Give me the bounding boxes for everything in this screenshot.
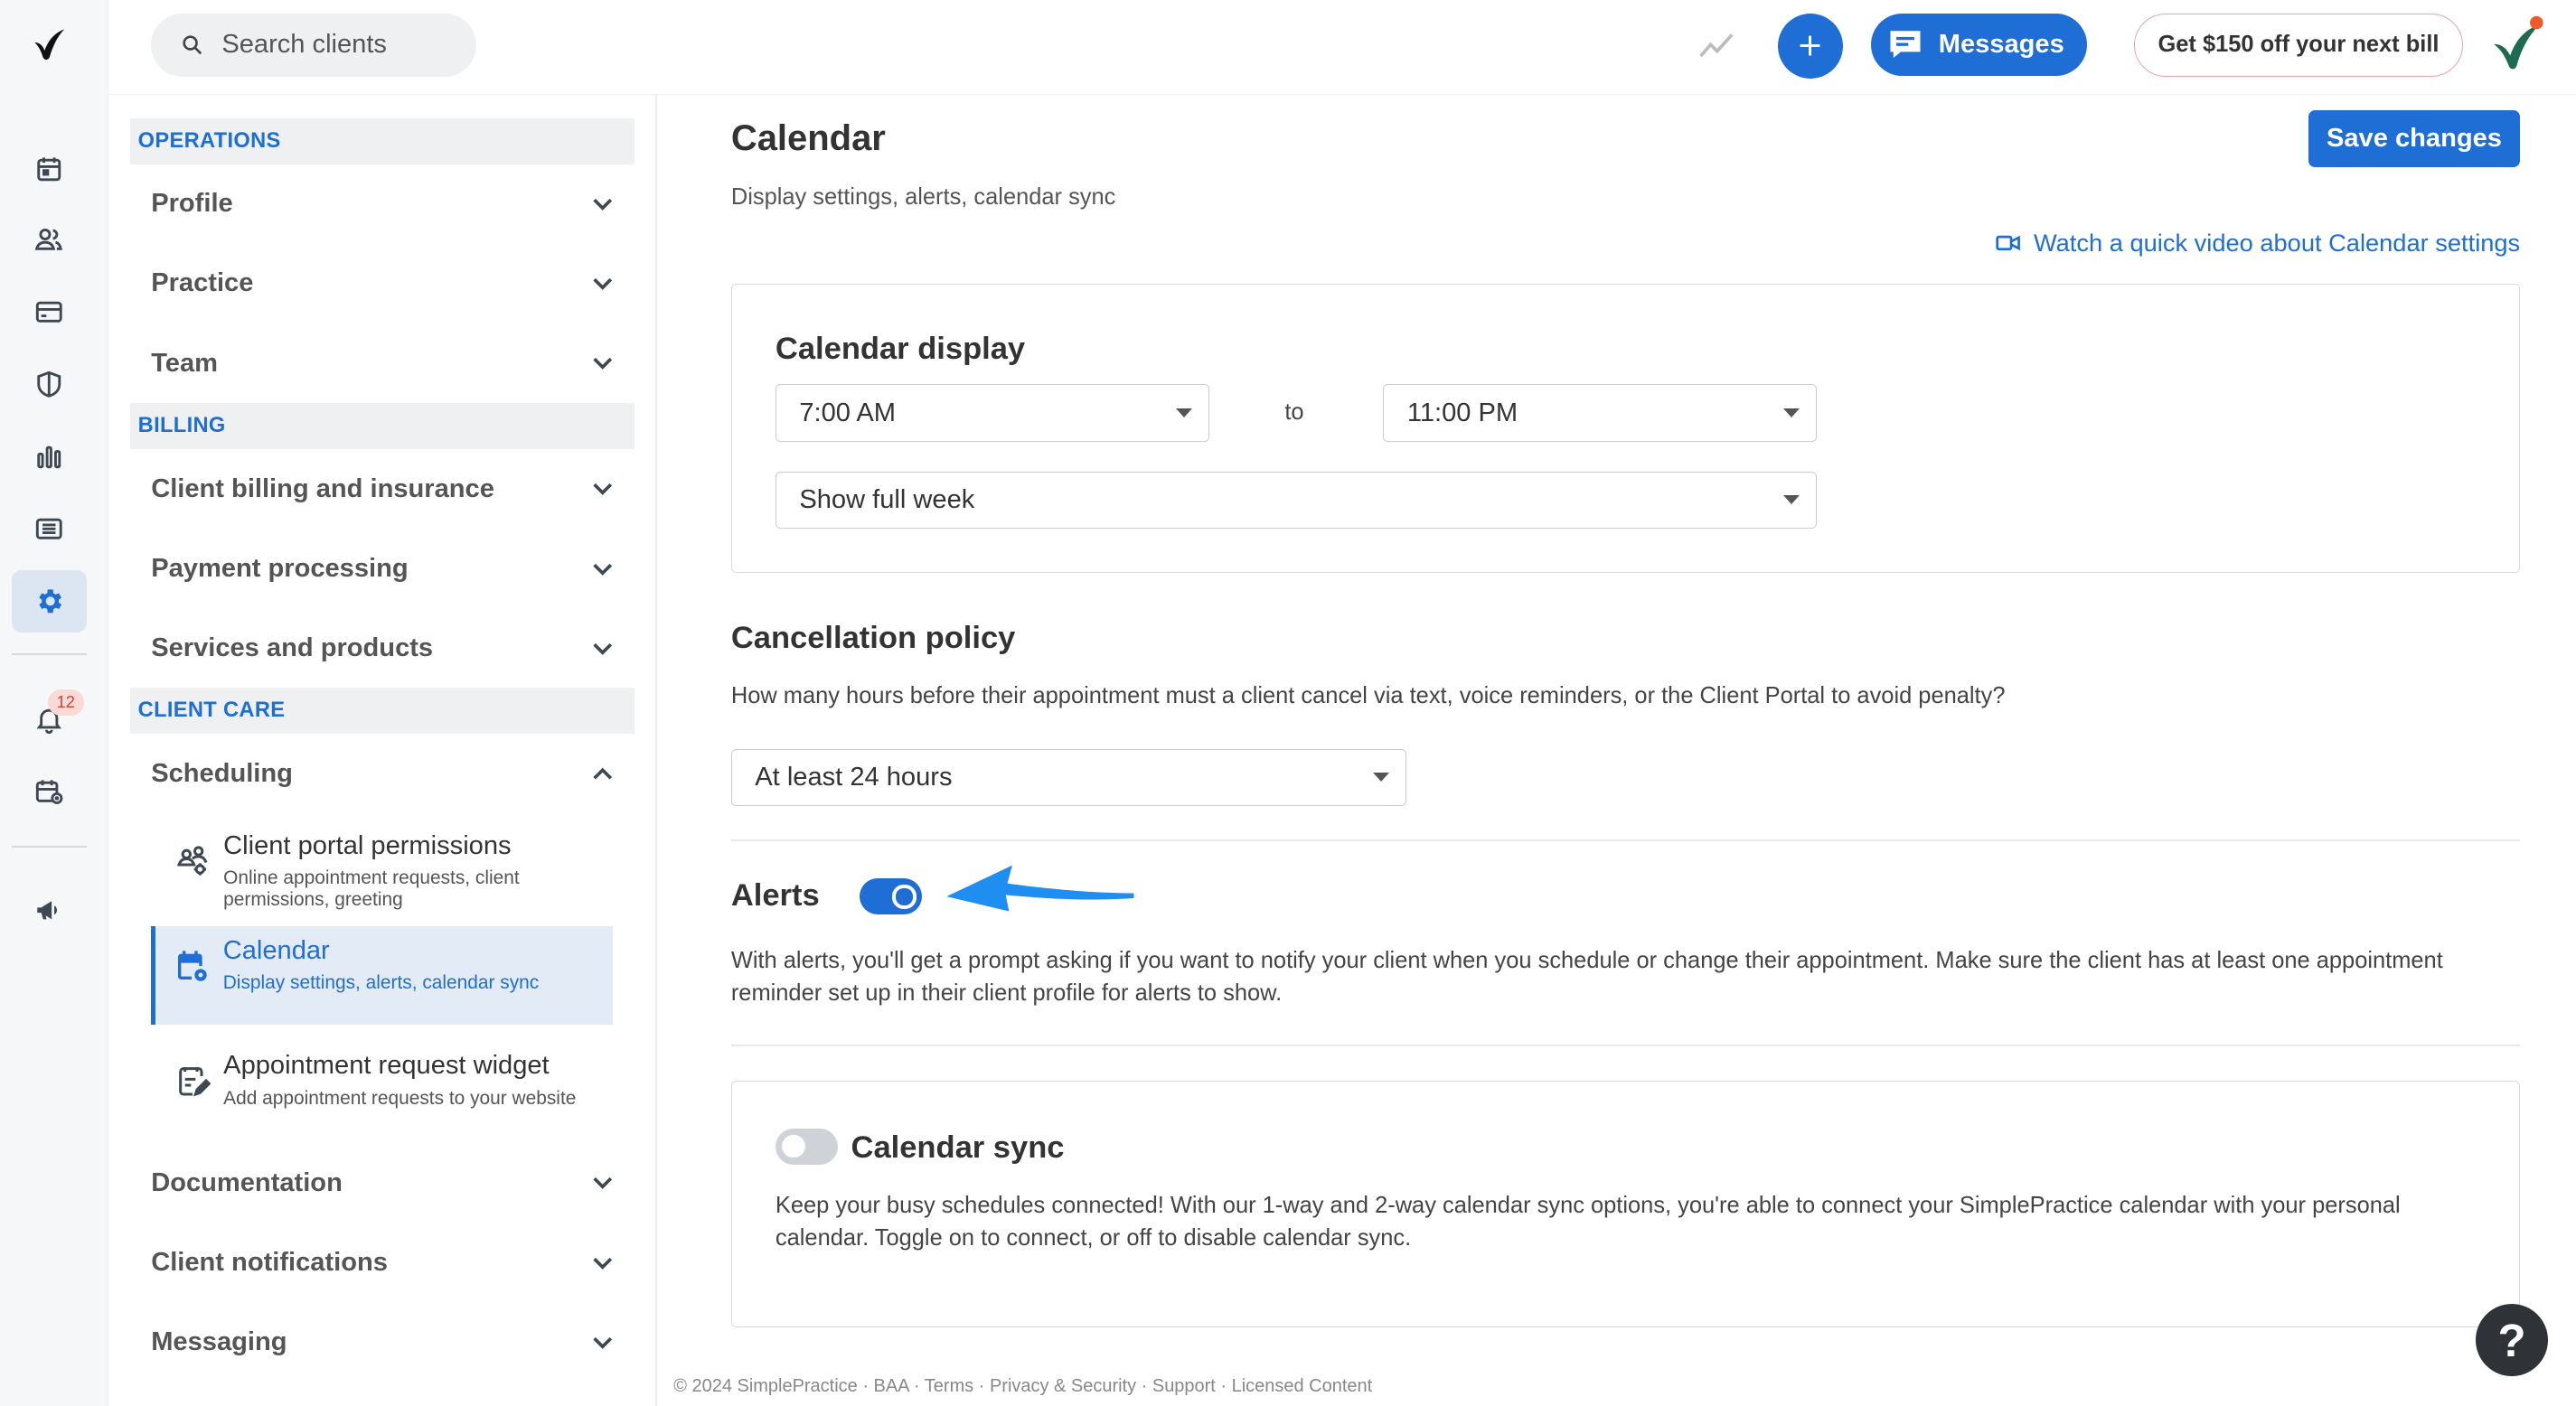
calendar-icon[interactable] (12, 138, 88, 201)
chevron-down-icon (593, 642, 613, 655)
sub-item-description: Display settings, alerts, calendar sync (222, 972, 540, 994)
edit-document-icon (178, 1066, 211, 1097)
section-divider (730, 839, 2521, 841)
nav-item-profile[interactable]: Profile (130, 164, 635, 244)
sub-item-description: Add appointment requests to your website (223, 1087, 577, 1109)
page-subtitle: Display settings, alerts, calendar sync (730, 183, 1116, 210)
end-time-value: 11:00 PM (1406, 398, 1518, 427)
cancellation-policy-question: How many hours before their appointment … (730, 683, 2006, 709)
nav-item-practice[interactable]: Practice (130, 244, 635, 323)
activity-list-icon[interactable] (12, 498, 88, 560)
calendar-sync-toggle[interactable] (775, 1128, 838, 1165)
footer-links[interactable]: © 2024 SimplePractice · BAA · Terms · Pr… (673, 1376, 1372, 1397)
rail-divider (11, 653, 88, 656)
sub-item-title: Calendar (222, 936, 330, 966)
week-view-select[interactable]: Show full week (775, 471, 1818, 530)
calendar-display-heading: Calendar display (775, 332, 1026, 367)
trend-chart-icon[interactable] (1697, 30, 1737, 62)
plus-icon (1800, 35, 1820, 56)
chevron-up-icon (593, 767, 613, 780)
settings-nav-continued: Documentation Client notifications Messa… (130, 1143, 635, 1382)
requests-calendar-icon[interactable] (12, 761, 88, 823)
help-button[interactable]: ? (2476, 1304, 2549, 1377)
toggle-knob (891, 884, 917, 910)
cancellation-hours-select[interactable]: At least 24 hours (730, 748, 1406, 807)
people-settings-icon (176, 846, 208, 876)
settings-nav: OPERATIONS Profile Practice Team BILLING… (129, 117, 635, 814)
billing-card-icon[interactable] (12, 281, 88, 343)
start-time-value: 7:00 AM (799, 398, 897, 427)
caret-down-icon (1783, 495, 1800, 504)
messages-label: Messages (1938, 29, 2064, 59)
app-logo-icon[interactable] (12, 14, 88, 76)
video-camera-icon (1996, 235, 2021, 250)
sub-item-title: Appointment request widget (223, 1051, 550, 1081)
rail-divider (11, 846, 88, 848)
chevron-down-icon (593, 1177, 613, 1190)
referral-promo-button[interactable]: Get $150 off your next bill (2134, 13, 2463, 78)
watch-video-label: Watch a quick video about Calendar setti… (2033, 228, 2521, 257)
cancellation-policy-heading: Cancellation policy (730, 621, 1016, 656)
nav-item-scheduling[interactable]: Scheduling (130, 734, 635, 813)
chat-bubble-icon (1890, 31, 1921, 58)
page-title: Calendar (730, 117, 886, 158)
nav-item-documentation[interactable]: Documentation (130, 1143, 635, 1223)
sub-item-appointment-request-widget[interactable]: Appointment request widget Add appointme… (151, 1041, 613, 1127)
sub-item-title: Client portal permissions (223, 830, 512, 860)
calendar-settings-icon (178, 951, 207, 981)
nav-item-services-products[interactable]: Services and products (130, 608, 635, 688)
messages-button[interactable]: Messages (1871, 13, 2088, 76)
alerts-description: With alerts, you'll get a prompt asking … (730, 948, 2443, 1007)
week-view-value: Show full week (799, 484, 975, 514)
chevron-down-icon (593, 1336, 613, 1349)
notification-count-badge: 12 (47, 689, 84, 717)
section-heading-client-care: CLIENT CARE (129, 688, 635, 735)
section-heading-billing: BILLING (129, 403, 635, 450)
sub-item-description: Online appointment requests, client perm… (223, 867, 520, 910)
caret-down-icon (1175, 408, 1192, 417)
search-placeholder: Search clients (221, 30, 387, 60)
nav-item-payment-processing[interactable]: Payment processing (130, 529, 635, 608)
alerts-toggle[interactable] (859, 878, 922, 915)
chevron-down-icon (593, 358, 613, 370)
content-divider (655, 95, 658, 1406)
chevron-down-icon (593, 563, 613, 576)
clients-icon[interactable] (12, 209, 88, 271)
pointer-arrow-icon (945, 865, 1134, 912)
end-time-select[interactable]: 11:00 PM (1383, 384, 1818, 442)
nav-item-messaging[interactable]: Messaging (130, 1302, 635, 1382)
quick-add-button[interactable] (1777, 13, 1844, 80)
chevron-down-icon (593, 198, 613, 211)
save-changes-button[interactable]: Save changes (2308, 109, 2521, 168)
icon-rail: 12 (0, 0, 108, 1406)
analytics-icon[interactable] (12, 426, 88, 488)
nav-item-team[interactable]: Team (130, 323, 635, 403)
caret-down-icon (1372, 773, 1389, 782)
caret-down-icon (1783, 408, 1800, 417)
cancellation-hours-value: At least 24 hours (755, 763, 953, 792)
section-divider (730, 1044, 2521, 1046)
settings-gear-icon[interactable] (11, 569, 88, 633)
alerts-heading: Alerts (730, 878, 820, 914)
chevron-down-icon (593, 278, 613, 291)
section-heading-operations: OPERATIONS (129, 117, 635, 164)
announcements-megaphone-icon[interactable] (12, 878, 88, 941)
sub-item-client-portal-permissions[interactable]: Client portal permissions Online appoint… (151, 821, 613, 920)
toggle-knob (782, 1134, 805, 1158)
chevron-down-icon (593, 1257, 613, 1270)
nav-item-client-notifications[interactable]: Client notifications (130, 1223, 635, 1302)
search-input[interactable]: Search clients (151, 13, 477, 78)
to-label: to (1284, 398, 1304, 425)
start-time-select[interactable]: 7:00 AM (775, 384, 1209, 442)
sub-item-calendar[interactable]: Calendar Display settings, alerts, calen… (151, 926, 613, 1026)
calendar-sync-description: Keep your busy schedules connected! With… (775, 1192, 2401, 1251)
nav-item-client-billing[interactable]: Client billing and insurance (130, 449, 635, 529)
insurance-shield-icon[interactable] (12, 353, 88, 416)
calendar-sync-heading: Calendar sync (851, 1129, 1065, 1165)
top-bar: Search clients Messages Get $150 off you… (108, 0, 2576, 96)
search-icon (183, 35, 202, 55)
account-avatar[interactable] (2486, 14, 2548, 77)
watch-video-link[interactable]: Watch a quick video about Calendar setti… (1996, 229, 2520, 258)
chevron-down-icon (593, 483, 613, 496)
